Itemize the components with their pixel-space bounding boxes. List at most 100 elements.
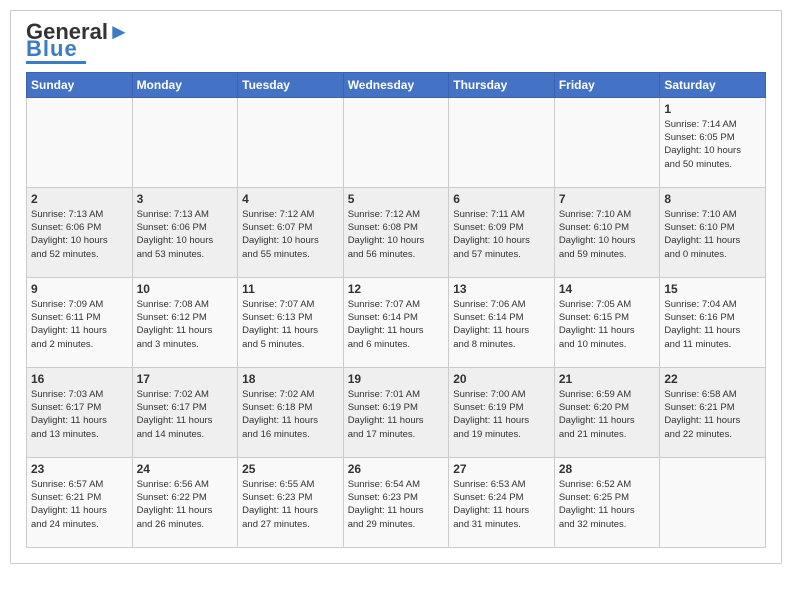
- day-info: Sunrise: 7:06 AM Sunset: 6:14 PM Dayligh…: [453, 298, 550, 351]
- day-number: 16: [31, 372, 128, 386]
- day-info: Sunrise: 7:01 AM Sunset: 6:19 PM Dayligh…: [348, 388, 445, 441]
- calendar-cell: 13 Sunrise: 7:06 AM Sunset: 6:14 PM Dayli…: [449, 277, 555, 367]
- calendar-cell: 26Sunrise: 6:54 AM Sunset: 6:23 PM Dayli…: [343, 457, 449, 547]
- col-header-wednesday: Wednesday: [343, 72, 449, 97]
- calendar-cell: 3Sunrise: 7:13 AM Sunset: 6:06 PM Daylig…: [132, 187, 238, 277]
- calendar-cell: 20 Sunrise: 7:00 AM Sunset: 6:19 PM Dayli…: [449, 367, 555, 457]
- day-number: 22: [664, 372, 761, 386]
- calendar-cell: 21 Sunrise: 6:59 AM Sunset: 6:20 PM Dayli…: [554, 367, 660, 457]
- calendar-cell: 7 Sunrise: 7:10 AM Sunset: 6:10 PM Daylig…: [554, 187, 660, 277]
- day-info: Sunrise: 7:08 AM Sunset: 6:12 PM Dayligh…: [137, 298, 234, 351]
- calendar-cell: 28 Sunrise: 6:52 AM Sunset: 6:25 PM Dayli…: [554, 457, 660, 547]
- day-number: 5: [348, 192, 445, 206]
- calendar-header-row: SundayMondayTuesdayWednesdayThursdayFrid…: [27, 72, 766, 97]
- day-number: 18: [242, 372, 339, 386]
- calendar-cell: 11 Sunrise: 7:07 AM Sunset: 6:13 PM Dayli…: [238, 277, 344, 367]
- day-info: Sunrise: 6:52 AM Sunset: 6:25 PM Dayligh…: [559, 478, 656, 531]
- day-number: 11: [242, 282, 339, 296]
- day-info: Sunrise: 7:04 AM Sunset: 6:16 PM Dayligh…: [664, 298, 761, 351]
- calendar-cell: 12 Sunrise: 7:07 AM Sunset: 6:14 PM Dayli…: [343, 277, 449, 367]
- day-info: Sunrise: 7:07 AM Sunset: 6:13 PM Dayligh…: [242, 298, 339, 351]
- day-info: Sunrise: 7:02 AM Sunset: 6:17 PM Dayligh…: [137, 388, 234, 441]
- day-info: Sunrise: 7:00 AM Sunset: 6:19 PM Dayligh…: [453, 388, 550, 441]
- day-number: 4: [242, 192, 339, 206]
- calendar-cell: 16 Sunrise: 7:03 AM Sunset: 6:17 PM Dayli…: [27, 367, 133, 457]
- calendar-week-1: 2 Sunrise: 7:13 AM Sunset: 6:06 PM Daylig…: [27, 187, 766, 277]
- day-number: 27: [453, 462, 550, 476]
- calendar-cell: 18 Sunrise: 7:02 AM Sunset: 6:18 PM Dayli…: [238, 367, 344, 457]
- day-info: Sunrise: 7:12 AM Sunset: 6:08 PM Dayligh…: [348, 208, 445, 261]
- day-info: Sunrise: 7:13 AM Sunset: 6:06 PM Dayligh…: [31, 208, 128, 261]
- calendar-cell: 24Sunrise: 6:56 AM Sunset: 6:22 PM Dayli…: [132, 457, 238, 547]
- calendar-cell: 10Sunrise: 7:08 AM Sunset: 6:12 PM Dayli…: [132, 277, 238, 367]
- day-number: 6: [453, 192, 550, 206]
- day-info: Sunrise: 7:10 AM Sunset: 6:10 PM Dayligh…: [559, 208, 656, 261]
- calendar-cell: [449, 97, 555, 187]
- calendar-cell: 8 Sunrise: 7:10 AM Sunset: 6:10 PM Daylig…: [660, 187, 766, 277]
- calendar-cell: 23 Sunrise: 6:57 AM Sunset: 6:21 PM Dayli…: [27, 457, 133, 547]
- day-info: Sunrise: 6:53 AM Sunset: 6:24 PM Dayligh…: [453, 478, 550, 531]
- logo-underline: [26, 61, 86, 64]
- day-number: 21: [559, 372, 656, 386]
- day-number: 12: [348, 282, 445, 296]
- day-number: 8: [664, 192, 761, 206]
- day-number: 3: [137, 192, 234, 206]
- day-number: 28: [559, 462, 656, 476]
- calendar-cell: 22 Sunrise: 6:58 AM Sunset: 6:21 PM Dayli…: [660, 367, 766, 457]
- calendar-week-2: 9Sunrise: 7:09 AM Sunset: 6:11 PM Daylig…: [27, 277, 766, 367]
- day-number: 2: [31, 192, 128, 206]
- day-info: Sunrise: 6:59 AM Sunset: 6:20 PM Dayligh…: [559, 388, 656, 441]
- calendar-cell: [132, 97, 238, 187]
- day-number: 20: [453, 372, 550, 386]
- calendar-cell: 27 Sunrise: 6:53 AM Sunset: 6:24 PM Dayli…: [449, 457, 555, 547]
- day-info: Sunrise: 7:09 AM Sunset: 6:11 PM Dayligh…: [31, 298, 128, 351]
- day-info: Sunrise: 7:05 AM Sunset: 6:15 PM Dayligh…: [559, 298, 656, 351]
- logo-blue-text: Blue: [26, 39, 130, 59]
- calendar-week-4: 23 Sunrise: 6:57 AM Sunset: 6:21 PM Dayli…: [27, 457, 766, 547]
- day-number: 13: [453, 282, 550, 296]
- col-header-tuesday: Tuesday: [238, 72, 344, 97]
- day-info: Sunrise: 7:07 AM Sunset: 6:14 PM Dayligh…: [348, 298, 445, 351]
- day-number: 19: [348, 372, 445, 386]
- calendar-cell: [660, 457, 766, 547]
- day-number: 23: [31, 462, 128, 476]
- calendar-cell: 15 Sunrise: 7:04 AM Sunset: 6:16 PM Dayli…: [660, 277, 766, 367]
- calendar-cell: 1 Sunrise: 7:14 AM Sunset: 6:05 PM Daylig…: [660, 97, 766, 187]
- logo: General► Blue: [26, 21, 130, 64]
- calendar-cell: 2 Sunrise: 7:13 AM Sunset: 6:06 PM Daylig…: [27, 187, 133, 277]
- day-number: 26: [348, 462, 445, 476]
- col-header-monday: Monday: [132, 72, 238, 97]
- calendar-cell: 25 Sunrise: 6:55 AM Sunset: 6:23 PM Dayli…: [238, 457, 344, 547]
- calendar-cell: 9Sunrise: 7:09 AM Sunset: 6:11 PM Daylig…: [27, 277, 133, 367]
- day-info: Sunrise: 7:14 AM Sunset: 6:05 PM Dayligh…: [664, 118, 761, 171]
- day-number: 1: [664, 102, 761, 116]
- day-number: 15: [664, 282, 761, 296]
- day-number: 25: [242, 462, 339, 476]
- day-number: 14: [559, 282, 656, 296]
- calendar-table: SundayMondayTuesdayWednesdayThursdayFrid…: [26, 72, 766, 548]
- day-info: Sunrise: 7:10 AM Sunset: 6:10 PM Dayligh…: [664, 208, 761, 261]
- day-info: Sunrise: 6:58 AM Sunset: 6:21 PM Dayligh…: [664, 388, 761, 441]
- calendar-week-0: 1 Sunrise: 7:14 AM Sunset: 6:05 PM Daylig…: [27, 97, 766, 187]
- day-number: 17: [137, 372, 234, 386]
- calendar-cell: [554, 97, 660, 187]
- day-info: Sunrise: 7:03 AM Sunset: 6:17 PM Dayligh…: [31, 388, 128, 441]
- day-info: Sunrise: 7:11 AM Sunset: 6:09 PM Dayligh…: [453, 208, 550, 261]
- calendar-cell: 5 Sunrise: 7:12 AM Sunset: 6:08 PM Daylig…: [343, 187, 449, 277]
- header: General► Blue: [26, 21, 766, 64]
- day-number: 7: [559, 192, 656, 206]
- calendar-cell: [343, 97, 449, 187]
- day-number: 24: [137, 462, 234, 476]
- calendar-cell: [27, 97, 133, 187]
- day-info: Sunrise: 7:02 AM Sunset: 6:18 PM Dayligh…: [242, 388, 339, 441]
- calendar-cell: 17 Sunrise: 7:02 AM Sunset: 6:17 PM Dayli…: [132, 367, 238, 457]
- day-info: Sunrise: 7:12 AM Sunset: 6:07 PM Dayligh…: [242, 208, 339, 261]
- col-header-sunday: Sunday: [27, 72, 133, 97]
- day-info: Sunrise: 6:57 AM Sunset: 6:21 PM Dayligh…: [31, 478, 128, 531]
- col-header-friday: Friday: [554, 72, 660, 97]
- calendar-cell: 6 Sunrise: 7:11 AM Sunset: 6:09 PM Daylig…: [449, 187, 555, 277]
- calendar-week-3: 16 Sunrise: 7:03 AM Sunset: 6:17 PM Dayli…: [27, 367, 766, 457]
- calendar-cell: 14 Sunrise: 7:05 AM Sunset: 6:15 PM Dayli…: [554, 277, 660, 367]
- col-header-saturday: Saturday: [660, 72, 766, 97]
- day-info: Sunrise: 6:55 AM Sunset: 6:23 PM Dayligh…: [242, 478, 339, 531]
